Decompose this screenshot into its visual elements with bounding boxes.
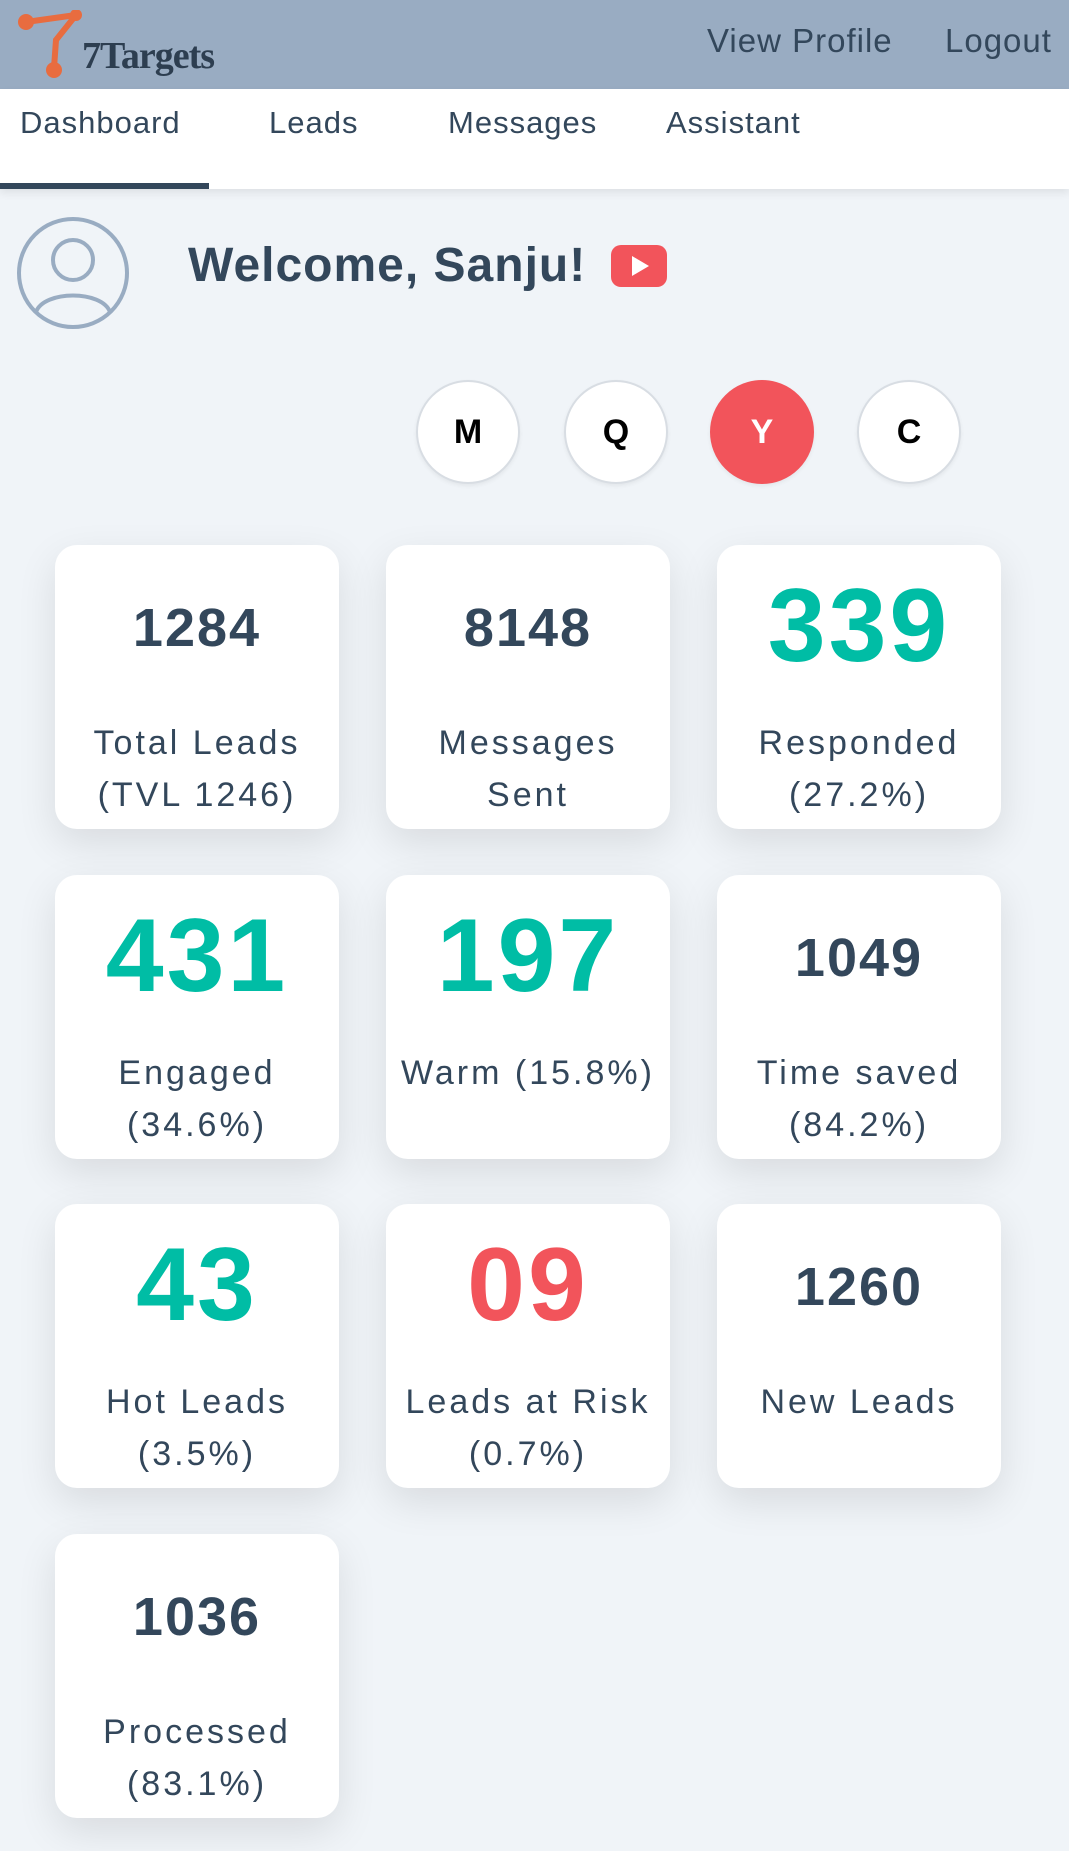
stat-label-line: Leads at Risk xyxy=(405,1383,651,1421)
welcome-heading: Welcome, Sanju! xyxy=(188,239,587,292)
stat-card-hot-leads[interactable]: 43 Hot Leads (3.5%) xyxy=(55,1204,339,1488)
stat-card-warm[interactable]: 197 Warm (15.8%) xyxy=(386,875,670,1159)
stat-label-line: New Leads xyxy=(760,1383,958,1421)
stat-card-leads-at-risk[interactable]: 09 Leads at Risk (0.7%) xyxy=(386,1204,670,1488)
stat-label: Responded (27.2%) xyxy=(717,717,1001,821)
period-month-button[interactable]: M xyxy=(416,380,520,484)
stat-label-line: (3.5%) xyxy=(137,1435,257,1473)
avatar[interactable] xyxy=(16,216,130,330)
stat-label-line: Messages xyxy=(438,724,618,762)
stat-label: Time saved (84.2%) xyxy=(717,1047,1001,1151)
stat-value: 339 xyxy=(767,568,951,684)
stat-label-line: Engaged xyxy=(118,1054,276,1092)
period-custom-button[interactable]: C xyxy=(857,380,961,484)
stat-label-line: (83.1%) xyxy=(126,1765,268,1803)
stat-label: Total Leads (TVL 1246) xyxy=(55,717,339,821)
stat-label-line: (0.7%) xyxy=(468,1435,588,1473)
app-logo[interactable]: 7Targets xyxy=(14,10,254,80)
tab-messages[interactable]: Messages xyxy=(448,105,597,141)
stat-value: 1284 xyxy=(132,598,262,658)
stat-card-total-leads[interactable]: 1284 Total Leads (TVL 1246) xyxy=(55,545,339,829)
stat-label: Leads at Risk (0.7%) xyxy=(386,1376,670,1480)
stat-label-line: Time saved xyxy=(756,1054,962,1092)
period-quarter-button[interactable]: Q xyxy=(564,380,668,484)
logo-icon xyxy=(18,10,82,78)
tab-assistant[interactable]: Assistant xyxy=(666,105,801,141)
stat-card-processed[interactable]: 1036 Processed (83.1%) xyxy=(55,1534,339,1818)
stat-value: 431 xyxy=(105,898,289,1014)
stat-card-time-saved[interactable]: 1049 Time saved (84.2%) xyxy=(717,875,1001,1159)
stat-label-line: (27.2%) xyxy=(788,776,930,814)
stat-label: Hot Leads (3.5%) xyxy=(55,1376,339,1480)
stat-value: 1049 xyxy=(794,928,924,988)
stat-card-new-leads[interactable]: 1260 New Leads xyxy=(717,1204,1001,1488)
logout-link[interactable]: Logout xyxy=(945,22,1052,60)
stat-value: 8148 xyxy=(463,598,593,658)
youtube-icon[interactable] xyxy=(611,245,667,287)
stat-card-messages-sent[interactable]: 8148 Messages Sent xyxy=(386,545,670,829)
stat-label-line: Warm (15.8%) xyxy=(401,1054,655,1092)
view-profile-link[interactable]: View Profile xyxy=(707,22,893,60)
stat-label-line: Processed xyxy=(103,1713,291,1751)
stat-label-line: Responded xyxy=(758,724,960,762)
stat-label: Engaged (34.6%) xyxy=(55,1047,339,1151)
logo-text: 7Targets xyxy=(82,35,215,77)
stat-value: 1260 xyxy=(794,1257,924,1317)
stat-card-responded[interactable]: 339 Responded (27.2%) xyxy=(717,545,1001,829)
stat-value: 09 xyxy=(467,1227,589,1343)
tab-leads[interactable]: Leads xyxy=(269,105,358,141)
stat-label: New Leads xyxy=(717,1376,1001,1428)
stat-label: Warm (15.8%) xyxy=(386,1047,670,1099)
period-year-button[interactable]: Y xyxy=(710,380,814,484)
nav-tabs: Dashboard Leads Messages Assistant xyxy=(0,89,1069,189)
stat-label-line: (34.6%) xyxy=(126,1106,268,1144)
stat-value: 1036 xyxy=(132,1587,262,1647)
stat-card-engaged[interactable]: 431 Engaged (34.6%) xyxy=(55,875,339,1159)
stat-value: 43 xyxy=(136,1227,258,1343)
stat-label: Processed (83.1%) xyxy=(55,1706,339,1810)
stat-label-line: Total Leads xyxy=(93,724,301,762)
stat-label: Messages Sent xyxy=(386,717,670,821)
stat-label-line: Hot Leads xyxy=(106,1383,288,1421)
user-avatar-icon xyxy=(17,217,129,329)
top-bar: 7Targets View Profile Logout xyxy=(0,0,1069,89)
stat-value: 197 xyxy=(436,898,620,1014)
tab-dashboard[interactable]: Dashboard xyxy=(20,105,181,141)
stat-label-line: (TVL 1246) xyxy=(97,776,297,814)
stat-label-line: Sent xyxy=(487,776,569,814)
active-tab-indicator xyxy=(0,183,209,189)
stat-label-line: (84.2%) xyxy=(788,1106,930,1144)
